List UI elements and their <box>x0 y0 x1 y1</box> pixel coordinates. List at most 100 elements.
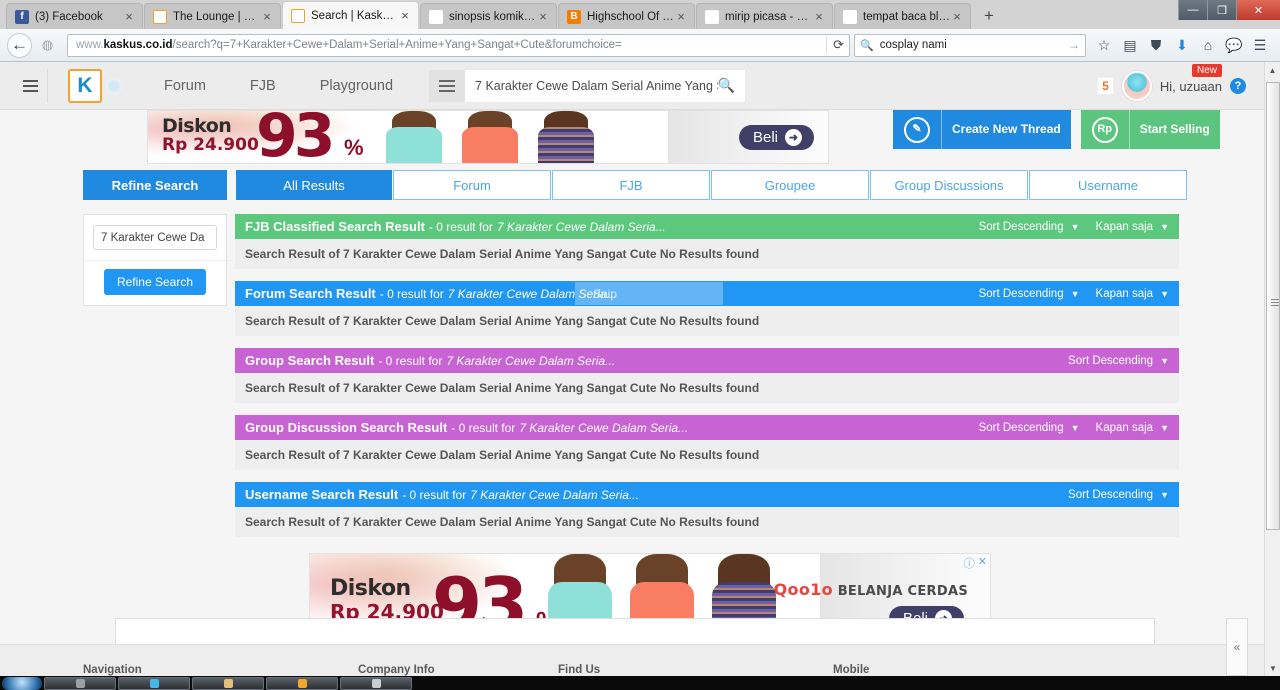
scrollbar-thumb[interactable] <box>1266 82 1280 530</box>
collapse-panel-button[interactable]: « <box>1226 618 1248 676</box>
tab-title: Search | Kaskus - T... <box>311 9 398 22</box>
taskbar-item-1[interactable] <box>44 676 116 690</box>
help-icon[interactable]: ? <box>1230 78 1246 94</box>
facebook-icon: f <box>15 9 29 24</box>
sort-descending-control[interactable]: Sort Descending ▼ <box>1068 489 1169 501</box>
browser-search-input[interactable]: 🔍 cosplay nami → <box>854 33 1086 57</box>
minimize-button[interactable]: — <box>1178 0 1207 20</box>
browser-tab-facebook[interactable]: f (3) Facebook × <box>6 3 143 29</box>
search-page-body: Refine Search All Results Forum FJB Grou… <box>0 166 1280 643</box>
notification-count[interactable]: 5 <box>1097 77 1114 95</box>
sort-descending-control[interactable]: Sort Descending ▼ <box>979 221 1080 233</box>
address-bar[interactable]: www. kaskus.co.id/search?q=7+Karakter+Cew… <box>67 33 850 57</box>
close-icon[interactable]: × <box>812 10 826 23</box>
scroll-down-icon[interactable]: ▼ <box>1265 660 1280 676</box>
site-identity-icon[interactable]: ◍ <box>35 33 60 58</box>
time-filter-control[interactable]: Kapan saja ▼ <box>1096 422 1169 434</box>
ad-brand-mark: Qoo1o <box>773 580 833 599</box>
download-icon[interactable]: ⬇ <box>1169 33 1195 58</box>
top-advertisement[interactable]: Diskon Rp 24.900 93 % Beli ➜ <box>147 110 829 164</box>
close-icon[interactable]: × <box>674 10 688 23</box>
sort-descending-control[interactable]: Sort Descending ▼ <box>1068 355 1169 367</box>
result-title: Forum Search Result <box>245 286 376 301</box>
tab-all-results[interactable]: All Results <box>236 170 392 200</box>
close-icon[interactable]: × <box>536 10 550 23</box>
taskbar-item-3[interactable] <box>192 676 264 690</box>
close-icon[interactable]: × <box>122 10 136 23</box>
close-icon[interactable]: × <box>950 10 964 23</box>
tab-title: The Lounge | Kask... <box>173 10 260 23</box>
close-icon[interactable]: ✕ <box>978 555 987 571</box>
browser-tab-sinopsis-komik[interactable]: G sinopsis komik Th... × <box>420 3 557 29</box>
star-icon[interactable]: ☆ <box>1091 33 1117 58</box>
hamburger-icon[interactable] <box>14 68 48 103</box>
sort-descending-control[interactable]: Sort Descending ▼ <box>979 288 1080 300</box>
kaskus-icon: K <box>153 9 167 24</box>
tab-group-discussions[interactable]: Group Discussions <box>870 170 1028 200</box>
create-new-thread-button[interactable]: ✎ Create New Thread <box>893 110 1071 149</box>
search-content-columns: Refine Search FJB Classified Search Resu… <box>0 214 1280 549</box>
ad-cta-button[interactable]: Beli ➜ <box>738 125 814 150</box>
tab-fjb[interactable]: FJB <box>552 170 710 200</box>
url-path: /search?q=7+Karakter+Cewe+Dalam+Serial+A… <box>172 39 622 51</box>
tab-groupee[interactable]: Groupee <box>711 170 869 200</box>
start-button[interactable] <box>2 676 42 690</box>
back-icon[interactable]: ← <box>7 32 32 58</box>
time-filter-control[interactable]: Kapan saja ▼ <box>1096 288 1169 300</box>
browser-tab-tempat-baca[interactable]: G tempat baca bleac... × <box>834 3 971 29</box>
browser-search-value: cosplay nami <box>879 39 947 51</box>
browser-tab-highschool[interactable]: B Highschool Of The... × <box>558 3 695 29</box>
shield-icon[interactable]: ⛊ <box>1143 33 1169 58</box>
menu-icon[interactable]: ☰ <box>1247 33 1273 58</box>
result-meta: - 0 result for <box>378 353 443 368</box>
kaskus-logo[interactable]: K <box>68 68 102 103</box>
result-header-bar: Group Discussion Search Result - 0 resul… <box>235 415 1179 440</box>
new-tab-button[interactable]: + <box>976 3 1002 29</box>
reload-icon[interactable]: ⟳ <box>826 37 844 53</box>
close-button[interactable]: ✕ <box>1236 0 1280 20</box>
sort-descending-control[interactable]: Sort Descending ▼ <box>979 422 1080 434</box>
tab-forum[interactable]: Forum <box>393 170 551 200</box>
scroll-up-icon[interactable]: ▲ <box>1265 62 1280 78</box>
search-go-icon[interactable]: → <box>1068 38 1080 52</box>
site-search-input[interactable]: 7 Karakter Cewe Dalam Serial Anime Yang … <box>465 69 746 102</box>
browser-tab-mirip-picasa[interactable]: G mirip picasa - Goo... × <box>696 3 833 29</box>
maximize-button[interactable]: ❐ <box>1207 0 1236 20</box>
reader-icon[interactable]: ▤ <box>1117 33 1143 58</box>
avatar[interactable] <box>1121 71 1152 101</box>
result-block-fjb-classified: FJB Classified Search Result - 0 result … <box>235 214 1179 269</box>
taskbar-item-4[interactable] <box>266 676 338 690</box>
sort-label: Sort Descending <box>978 220 1064 233</box>
ad-cta-label: Beli <box>752 129 778 146</box>
footer-heading-company-info: Company Info <box>358 664 435 676</box>
nav-item-forum[interactable]: Forum <box>142 78 228 94</box>
browser-tab-search-kaskus[interactable]: K Search | Kaskus - T... × <box>282 1 419 29</box>
chat-icon[interactable]: 💬 <box>1221 33 1247 58</box>
taskbar-item-5[interactable] <box>340 676 412 690</box>
page-scrollbar[interactable]: ▲ ▼ <box>1264 62 1280 676</box>
tab-username[interactable]: Username <box>1029 170 1187 200</box>
text-selection-overlay: Snip <box>575 282 723 305</box>
browser-window: f (3) Facebook × K The Lounge | Kask... … <box>0 0 1280 690</box>
result-query: 7 Karakter Cewe Dalam Seria... <box>470 487 639 502</box>
result-block-group-discussion: Group Discussion Search Result - 0 resul… <box>235 415 1179 470</box>
nav-item-playground[interactable]: Playground <box>298 78 415 94</box>
search-icon[interactable]: 🔍 <box>718 77 735 94</box>
result-body: Search Result of 7 Karakter Cewe Dalam S… <box>235 239 1179 269</box>
user-greeting[interactable]: Hi, uzuaan <box>1160 79 1222 94</box>
refine-search-input[interactable] <box>93 225 217 250</box>
site-search-value: 7 Karakter Cewe Dalam Serial Anime Yang … <box>475 78 718 93</box>
close-icon[interactable]: × <box>260 10 274 23</box>
taskbar-item-2[interactable] <box>118 676 190 690</box>
chevron-down-icon: ▼ <box>1160 288 1169 299</box>
home-icon[interactable]: ⌂ <box>1195 33 1221 58</box>
info-icon[interactable]: ⓘ <box>964 555 975 571</box>
browser-tab-the-lounge[interactable]: K The Lounge | Kask... × <box>144 3 281 29</box>
ad-model-photos <box>384 111 684 163</box>
refine-search-button[interactable]: Refine Search <box>103 269 207 295</box>
time-filter-control[interactable]: Kapan saja ▼ <box>1096 221 1169 233</box>
close-icon[interactable]: × <box>398 9 412 22</box>
nav-item-fjb[interactable]: FJB <box>228 78 298 94</box>
search-category-icon[interactable] <box>429 69 466 102</box>
start-selling-button[interactable]: Rp Start Selling <box>1080 110 1220 149</box>
